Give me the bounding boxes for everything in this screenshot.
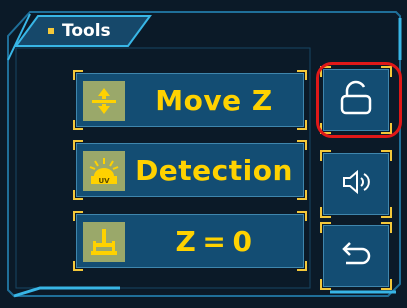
z-zero-label: Z = 0 bbox=[175, 224, 253, 258]
up-down-arrows-icon bbox=[83, 81, 125, 121]
speaker-icon bbox=[341, 169, 371, 199]
panel-title-label: Tools bbox=[62, 21, 111, 41]
detection-label: Detection bbox=[135, 153, 293, 187]
title-bullet bbox=[48, 28, 54, 34]
unlock-highlight-ring bbox=[316, 62, 402, 138]
panel-title: Tools bbox=[48, 18, 111, 44]
z-home-icon bbox=[83, 222, 125, 262]
detection-button[interactable]: UV Detection bbox=[73, 140, 307, 200]
svg-text:UV: UV bbox=[98, 177, 110, 185]
move-z-button[interactable]: Move Z bbox=[73, 70, 307, 130]
uv-lamp-icon: UV bbox=[83, 151, 125, 191]
z-zero-button[interactable]: Z = 0 bbox=[73, 211, 307, 271]
sound-button[interactable] bbox=[320, 150, 392, 218]
back-icon bbox=[340, 239, 372, 273]
move-z-label: Move Z bbox=[155, 83, 273, 117]
back-button[interactable] bbox=[320, 222, 392, 290]
